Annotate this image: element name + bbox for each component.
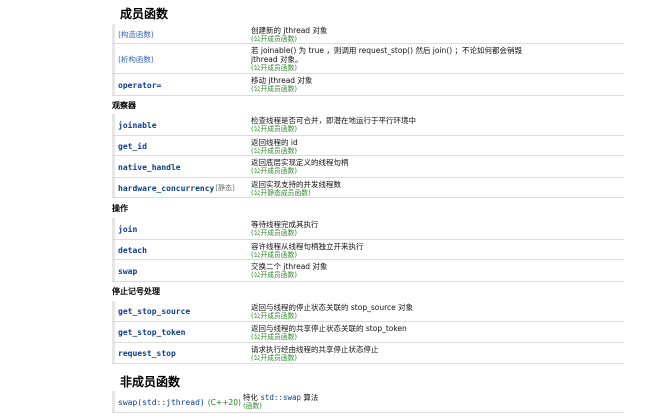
swap-nm-desc-suffix: 算法	[301, 393, 319, 402]
member-row-join: join 等待线程完成其执行 (公开成员函数)	[112, 218, 624, 240]
joinable-link[interactable]: joinable	[118, 121, 157, 130]
request-stop-link[interactable]: request_stop	[118, 349, 176, 358]
non-member-functions-heading: 非成员函数	[120, 375, 181, 389]
operator-assign-description: 移动 jthread 对象	[251, 76, 313, 85]
std-swap-link[interactable]: std::swap	[260, 393, 301, 402]
swap-description: 交换二个 jthread 对象	[251, 262, 328, 271]
native-handle-link[interactable]: native_handle	[118, 163, 181, 172]
request-stop-kind[interactable]: (公开成员函数)	[251, 354, 621, 362]
member-row-get-stop-token: get_stop_token 返回与线程的共享停止状态关联的 stop_toke…	[112, 322, 624, 343]
hardware-concurrency-link[interactable]: hardware_concurrency	[118, 184, 214, 193]
static-tag: [静态]	[215, 184, 235, 192]
join-description: 等待线程完成其执行	[251, 220, 319, 229]
swap-nm-desc-prefix: 特化	[243, 393, 261, 402]
member-row-swap: swap 交换二个 jthread 对象 (公开成员函数)	[112, 260, 624, 282]
member-row-operator-assign: operator= 移动 jthread 对象 (公开成员函数)	[112, 74, 624, 96]
joinable-kind[interactable]: (公开成员函数)	[251, 125, 621, 133]
member-row-constructor: (构造函数) 创建新的 jthread 对象 (公开成员函数)	[112, 24, 624, 44]
operator-assign-link[interactable]: operator=	[118, 81, 161, 90]
member-row-hardware-concurrency: hardware_concurrency [静态] 返回实现支持的并发线程数 (…	[112, 178, 624, 198]
constructor-kind[interactable]: (公开成员函数)	[251, 35, 621, 43]
member-row-destructor: (析构函数) 若 joinable() 为 true ，则调用 request_…	[112, 44, 624, 74]
swap-jthread-link[interactable]: swap(std::jthread)	[118, 398, 205, 407]
native-handle-description: 返回底层实现定义的线程句柄	[251, 158, 349, 167]
destructor-description-cont: jthread 对象。	[251, 55, 303, 64]
member-row-native-handle: native_handle 返回底层实现定义的线程句柄 (公开成员函数)	[112, 156, 624, 178]
join-kind[interactable]: (公开成员函数)	[251, 229, 621, 237]
detach-kind[interactable]: (公开成员函数)	[251, 251, 621, 259]
member-row-get-stop-source: get_stop_source 返回与线程的停止状态关联的 stop_sourc…	[112, 301, 624, 322]
swap-kind[interactable]: (公开成员函数)	[251, 271, 621, 279]
cpp20-version-badge: (C++20)	[207, 397, 241, 407]
detach-description: 容许线程从线程句柄独立开来执行	[251, 242, 364, 251]
constructor-description: 创建新的 jthread 对象	[251, 26, 328, 35]
get-stop-token-description: 返回与线程的共享停止状态关联的 stop_token	[251, 324, 407, 333]
get-stop-source-description: 返回与线程的停止状态关联的 stop_source 对象	[251, 303, 414, 312]
joinable-description: 检查线程是否可合并，即潜在地运行于平行环境中	[251, 116, 416, 125]
constructor-link[interactable]: (构造函数)	[118, 29, 154, 40]
swap-link[interactable]: swap	[118, 267, 137, 276]
swap-nm-kind[interactable]: (函数)	[243, 402, 613, 410]
member-functions-section: 成员函数 (构造函数) 创建新的 jthread 对象 (公开成员函数) (析构…	[0, 0, 650, 420]
get-stop-token-kind[interactable]: (公开成员函数)	[251, 333, 621, 341]
get-id-kind[interactable]: (公开成员函数)	[251, 147, 621, 155]
get-id-description: 返回线程的 id	[251, 138, 298, 147]
get-stop-source-link[interactable]: get_stop_source	[118, 307, 190, 316]
stop-handling-group-heading: 停止记号处理	[112, 287, 160, 296]
operator-assign-kind[interactable]: (公开成员函数)	[251, 85, 621, 93]
detach-link[interactable]: detach	[118, 246, 147, 255]
native-handle-kind[interactable]: (公开成员函数)	[251, 167, 621, 175]
member-row-request-stop: request_stop 请求执行经由线程的共享停止状态停止 (公开成员函数)	[112, 343, 624, 364]
operations-group-heading: 操作	[112, 204, 128, 213]
destructor-link[interactable]: (析构函数)	[118, 54, 154, 65]
destructor-description: 若 joinable() 为 true ，则调用 request_stop() …	[251, 46, 523, 55]
request-stop-description: 请求执行经由线程的共享停止状态停止	[251, 345, 379, 354]
member-row-detach: detach 容许线程从线程句柄独立开来执行 (公开成员函数)	[112, 240, 624, 260]
join-link[interactable]: join	[118, 225, 137, 234]
observers-group-heading: 观察器	[112, 101, 136, 110]
hardware-concurrency-kind[interactable]: (公开静态成员函数)	[251, 189, 621, 197]
non-member-row-swap: swap(std::jthread) (C++20) 特化 std::swap …	[112, 391, 624, 413]
destructor-kind[interactable]: (公开成员函数)	[251, 64, 621, 72]
get-id-link[interactable]: get_id	[118, 142, 147, 151]
get-stop-token-link[interactable]: get_stop_token	[118, 328, 185, 337]
member-functions-heading: 成员函数	[120, 7, 169, 21]
member-row-get-id: get_id 返回线程的 id (公开成员函数)	[112, 136, 624, 156]
hardware-concurrency-description: 返回实现支持的并发线程数	[251, 180, 341, 189]
member-row-joinable: joinable 检查线程是否可合并，即潜在地运行于平行环境中 (公开成员函数)	[112, 114, 624, 136]
get-stop-source-kind[interactable]: (公开成员函数)	[251, 312, 621, 320]
